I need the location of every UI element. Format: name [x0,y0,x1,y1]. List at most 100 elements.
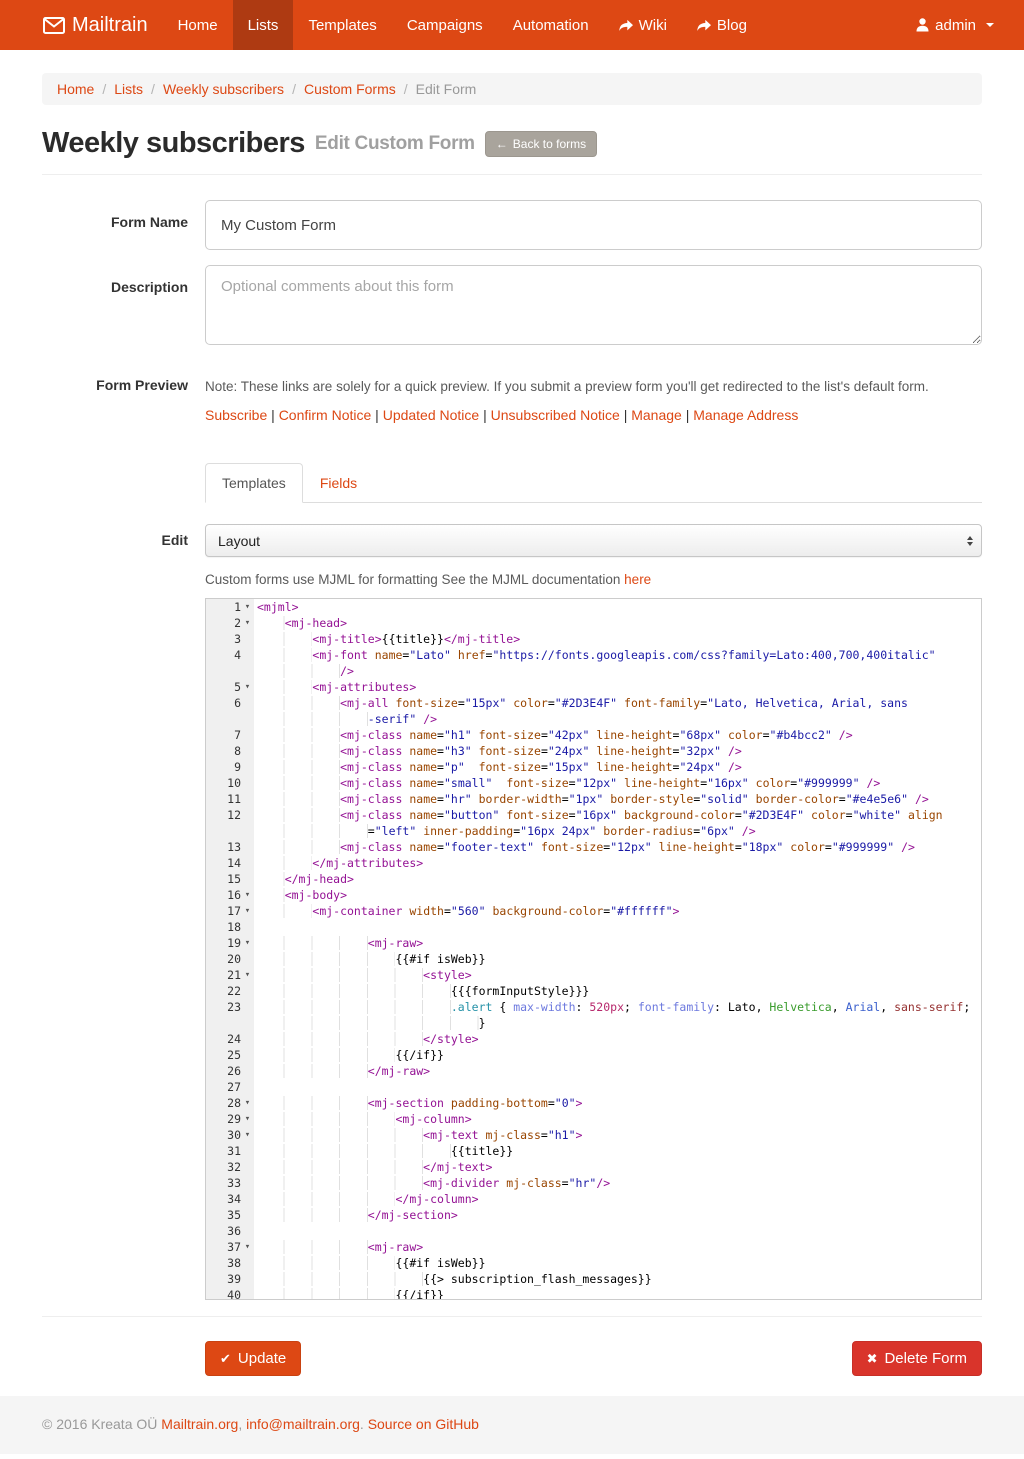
breadcrumb-item-custom-forms[interactable]: Custom Forms [304,81,396,97]
code-line: 9 <mj-class name="p" font-size="15px" li… [206,759,981,775]
breadcrumb-item-weekly-subscribers[interactable]: Weekly subscribers [163,81,284,97]
preview-link-confirm-notice[interactable]: Confirm Notice [279,407,372,423]
code-line: 11 <mj-class name="hr" border-width="1px… [206,791,981,807]
footer-link-mailtrain-org[interactable]: Mailtrain.org [161,1416,238,1432]
code-line: 10 <mj-class name="small" font-size="12p… [206,775,981,791]
preview-link-unsubscribed-notice[interactable]: Unsubscribed Notice [491,407,620,423]
nav-item-lists[interactable]: Lists [233,0,294,50]
nav-item-automation[interactable]: Automation [498,0,604,50]
code-line: 6 <mj-all font-size="15px" color="#2D3E4… [206,695,981,711]
preview-note: Note: These links are solely for a quick… [205,377,982,394]
code-line: -serif" /> [206,711,981,727]
share-icon [697,19,711,32]
user-name: admin [935,17,976,34]
form-name-input[interactable] [205,200,982,250]
code-line: 36 [206,1223,981,1239]
description-textarea[interactable] [205,265,982,345]
arrow-left-icon: ← [496,137,508,151]
select-arrows-icon [967,536,973,546]
nav-item-home[interactable]: Home [163,0,233,50]
code-line: 25 {{/if}} [206,1047,981,1063]
actions-divider [42,1316,982,1317]
code-line: 7 <mj-class name="h1" font-size="42px" l… [206,727,981,743]
code-line: 1▾<mjml> [206,599,981,615]
nav-item-wiki[interactable]: Wiki [604,0,682,50]
code-line: } [206,1015,981,1031]
tab-templates[interactable]: Templates [205,463,303,503]
code-line: 37▾ <mj-raw> [206,1239,981,1255]
form-preview-label: Form Preview [42,377,205,503]
breadcrumb-item-edit-form: Edit Form [416,81,477,97]
edit-label: Edit [42,524,205,548]
tab-bar: TemplatesFields [205,463,982,503]
code-line: 31 {{title}} [206,1143,981,1159]
code-line: 39 {{> subscription_flash_messages}} [206,1271,981,1287]
share-icon [619,19,633,32]
user-menu[interactable]: admin [901,0,1009,50]
code-editor-rows: 1▾<mjml>2▾ <mj-head>3 <mj-title>{{title}… [206,599,981,1300]
mjml-doc-link[interactable]: here [624,572,651,587]
top-navbar: Mailtrain HomeListsTemplatesCampaignsAut… [0,0,1024,50]
code-line: 19▾ <mj-raw> [206,935,981,951]
code-line: 23 .alert { max-width: 520px; font-famil… [206,999,981,1015]
mailtrain-logo[interactable]: Mailtrain [15,0,163,50]
code-line: ="left" inner-padding="16px 24px" border… [206,823,981,839]
delete-form-button[interactable]: ✖ Delete Form [852,1341,982,1376]
code-line: 22 {{{formInputStyle}}} [206,983,981,999]
chevron-down-icon [986,23,994,27]
footer-text: © 2016 Kreata OÜ Mailtrain.org, info@mai… [42,1416,982,1432]
code-line: /> [206,663,981,679]
nav-menu: HomeListsTemplatesCampaignsAutomationWik… [163,0,762,50]
code-line: 21▾ <style> [206,967,981,983]
code-line: 40 {{/if}} [206,1287,981,1300]
code-line: 4 <mj-font name="Lato" href="https://fon… [206,647,981,663]
check-icon: ✔ [220,1351,231,1367]
preview-links: Subscribe | Confirm Notice | Updated Not… [205,407,982,423]
form-name-label: Form Name [42,200,205,250]
code-line: 38 {{#if isWeb}} [206,1255,981,1271]
description-label: Description [42,265,205,350]
code-line: 5▾ <mj-attributes> [206,679,981,695]
nav-item-blog[interactable]: Blog [682,0,762,50]
preview-link-manage-address[interactable]: Manage Address [693,407,798,423]
preview-link-updated-notice[interactable]: Updated Notice [383,407,480,423]
code-line: 14 </mj-attributes> [206,855,981,871]
code-line: 3 <mj-title>{{title}}</mj-title> [206,631,981,647]
code-line: 2▾ <mj-head> [206,615,981,631]
nav-item-campaigns[interactable]: Campaigns [392,0,498,50]
footer-link-info-mailtrain-org[interactable]: info@mailtrain.org [246,1416,360,1432]
x-icon: ✖ [867,1351,878,1367]
user-icon [916,18,929,32]
update-button[interactable]: ✔ Update [205,1341,301,1376]
brand-name: Mailtrain [72,14,148,37]
envelope-icon [43,17,65,34]
code-line: 15 </mj-head> [206,871,981,887]
page-subtitle: Edit Custom Form [315,133,475,155]
selected-option: Layout [218,533,260,549]
edit-template-select[interactable]: Layout [205,524,982,557]
mjml-note: Custom forms use MJML for formatting See… [205,572,982,587]
preview-link-subscribe[interactable]: Subscribe [205,407,267,423]
tab-fields[interactable]: Fields [303,463,374,503]
code-line: 24 </style> [206,1031,981,1047]
breadcrumb-item-home[interactable]: Home [57,81,94,97]
code-line: 29▾ <mj-column> [206,1111,981,1127]
footer-link-source-on-github[interactable]: Source on GitHub [368,1416,479,1432]
breadcrumb: Home/Lists/Weekly subscribers/Custom For… [42,73,982,105]
nav-item-templates[interactable]: Templates [293,0,391,50]
code-line: 20 {{#if isWeb}} [206,951,981,967]
code-line: 30▾ <mj-text mj-class="h1"> [206,1127,981,1143]
preview-link-manage[interactable]: Manage [631,407,682,423]
code-editor[interactable]: 1▾<mjml>2▾ <mj-head>3 <mj-title>{{title}… [205,598,982,1300]
code-line: 32 </mj-text> [206,1159,981,1175]
code-line: 35 </mj-section> [206,1207,981,1223]
code-line: 16▾ <mj-body> [206,887,981,903]
code-line: 28▾ <mj-section padding-bottom="0"> [206,1095,981,1111]
code-line: 27 [206,1079,981,1095]
back-to-forms-button[interactable]: ← Back to forms [485,131,597,157]
breadcrumb-item-lists[interactable]: Lists [114,81,143,97]
code-line: 18 [206,919,981,935]
page-title: Weekly subscribers [42,127,305,160]
code-line: 34 </mj-column> [206,1191,981,1207]
code-line: 33 <mj-divider mj-class="hr"/> [206,1175,981,1191]
